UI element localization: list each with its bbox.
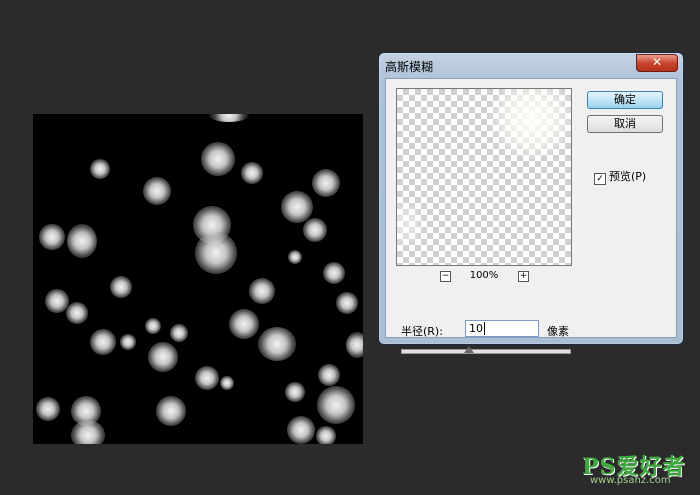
canvas-dot	[323, 262, 345, 284]
ok-button[interactable]: 确定	[587, 91, 663, 109]
filter-preview-area[interactable]	[396, 88, 572, 266]
canvas-dot	[67, 224, 97, 258]
canvas-dot	[241, 162, 263, 184]
plus-icon: +	[519, 271, 528, 281]
watermark-url: www.psahz.com	[590, 475, 671, 486]
radius-slider-thumb[interactable]	[464, 346, 475, 353]
canvas-dot	[90, 329, 116, 355]
canvas-dot	[229, 309, 259, 339]
canvas-dot	[346, 332, 363, 358]
radius-input[interactable]: 10	[465, 320, 539, 337]
radius-value: 10	[469, 322, 483, 335]
canvas-dot	[143, 177, 171, 205]
dialog-title: 高斯模糊	[385, 60, 434, 74]
radius-label: 半径(R):	[401, 325, 443, 338]
canvas-dot	[39, 224, 65, 250]
close-button[interactable]: ✕	[636, 54, 678, 72]
preview-highlight	[487, 89, 571, 159]
canvas-dot	[312, 169, 340, 197]
canvas-dot	[287, 416, 315, 444]
canvas-dot	[285, 382, 305, 402]
canvas-dot	[201, 142, 235, 176]
canvas-dot	[145, 318, 161, 334]
canvas-dot	[317, 386, 355, 424]
canvas-dot	[195, 366, 219, 390]
zoom-level: 100%	[469, 270, 499, 281]
cancel-button[interactable]: 取消	[587, 115, 663, 133]
dialog-titlebar[interactable]: 高斯模糊 ✕	[379, 53, 683, 77]
canvas-dot	[249, 278, 275, 304]
canvas-dot	[209, 114, 249, 122]
canvas-dot	[281, 191, 313, 223]
canvas-dot	[90, 159, 110, 179]
canvas-dot	[195, 232, 237, 274]
canvas-dot	[220, 376, 234, 390]
dialog-body: − 100% + 确定 取消 ✓ 预览(P) 半径(R): 10 像素	[385, 78, 677, 354]
radius-slider[interactable]	[401, 346, 571, 354]
canvas-dot	[258, 327, 296, 361]
canvas-dot	[156, 396, 186, 426]
close-icon: ✕	[651, 55, 663, 69]
preview-label: 预览(P)	[609, 170, 647, 183]
preview-toggle[interactable]: ✓ 预览(P)	[594, 168, 646, 185]
zoom-in-button[interactable]: +	[518, 271, 529, 282]
canvas-dot	[336, 292, 358, 314]
document-canvas[interactable]	[33, 114, 363, 444]
radius-unit: 像素	[547, 325, 569, 338]
canvas-dot	[36, 397, 60, 421]
canvas-dot	[170, 324, 188, 342]
canvas-dot	[120, 334, 136, 350]
preview-zoom-controls: − 100% +	[396, 270, 572, 285]
preview-checkbox[interactable]: ✓	[594, 173, 606, 185]
canvas-dot	[316, 426, 336, 444]
canvas-dot	[66, 302, 88, 324]
canvas-dot	[288, 250, 302, 264]
canvas-dot	[110, 276, 132, 298]
watermark: PS爱好者 www.psahz.com	[582, 449, 692, 489]
canvas-dot	[318, 364, 340, 386]
canvas-dot	[148, 342, 178, 372]
radius-row: 半径(R): 10 像素	[401, 320, 569, 339]
gaussian-blur-dialog: 高斯模糊 ✕ − 100% + 确定 取消 ✓预览(P) 半径(R): 10	[378, 52, 684, 354]
preview-highlight	[397, 199, 427, 249]
canvas-dot	[71, 420, 105, 444]
canvas-dot	[303, 218, 327, 242]
